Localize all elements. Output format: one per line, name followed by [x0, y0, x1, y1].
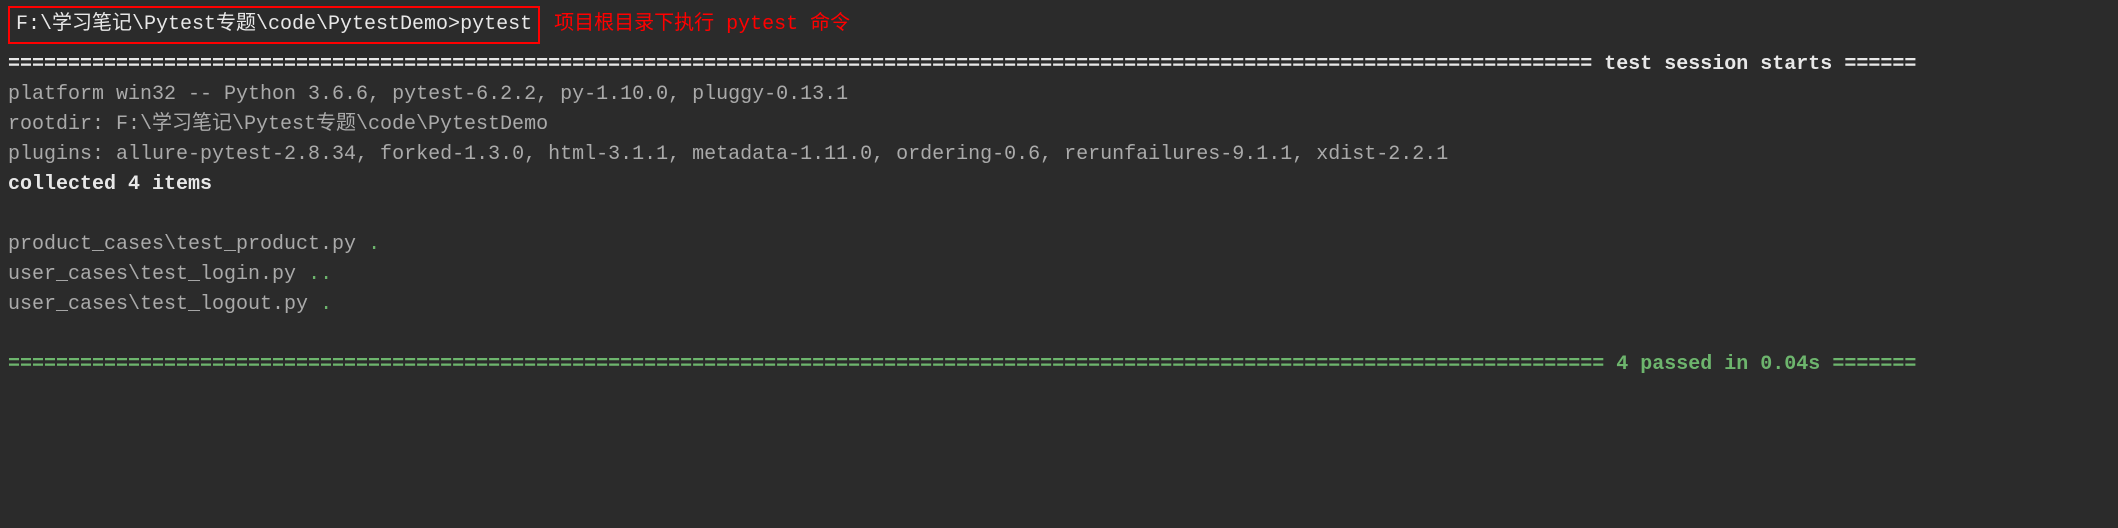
command-text: pytest — [460, 13, 532, 36]
spacer — [8, 320, 2110, 350]
rootdir-line: rootdir: F:\学习笔记\Pytest专题\code\PytestDem… — [8, 110, 2110, 140]
session-header-line: ========================================… — [8, 50, 2110, 80]
test-file: product_cases\test_product.py — [8, 233, 368, 256]
pass-dot: . — [320, 293, 332, 316]
test-file: user_cases\test_login.py — [8, 263, 308, 286]
test-result-line: product_cases\test_product.py . — [8, 230, 2110, 260]
platform-line: platform win32 -- Python 3.6.6, pytest-6… — [8, 80, 2110, 110]
prompt-path: F:\学习笔记\Pytest专题\code\PytestDemo> — [16, 13, 460, 36]
summary-text: 4 passed in 0.04s — [1616, 353, 1820, 376]
command-highlight-box: F:\学习笔记\Pytest专题\code\PytestDemo>pytest — [8, 6, 540, 44]
summary-prefix: ========================================… — [8, 353, 1616, 376]
test-result-line: user_cases\test_login.py .. — [8, 260, 2110, 290]
header-suffix: ====== — [1832, 53, 1916, 76]
plugins-line: plugins: allure-pytest-2.8.34, forked-1.… — [8, 140, 2110, 170]
annotation-text: 项目根目录下执行 pytest 命令 — [554, 6, 850, 40]
spacer — [8, 200, 2110, 230]
summary-suffix: ======= — [1820, 353, 1916, 376]
test-file: user_cases\test_logout.py — [8, 293, 320, 316]
header-prefix: ========================================… — [8, 53, 1604, 76]
pass-dot: . — [368, 233, 380, 256]
collected-line: collected 4 items — [8, 170, 2110, 200]
summary-line: ========================================… — [8, 350, 2110, 380]
test-result-line: user_cases\test_logout.py . — [8, 290, 2110, 320]
header-text: test session starts — [1604, 53, 1832, 76]
pass-dot: .. — [308, 263, 332, 286]
prompt-line: F:\学习笔记\Pytest专题\code\PytestDemo>pytest … — [8, 6, 2110, 44]
